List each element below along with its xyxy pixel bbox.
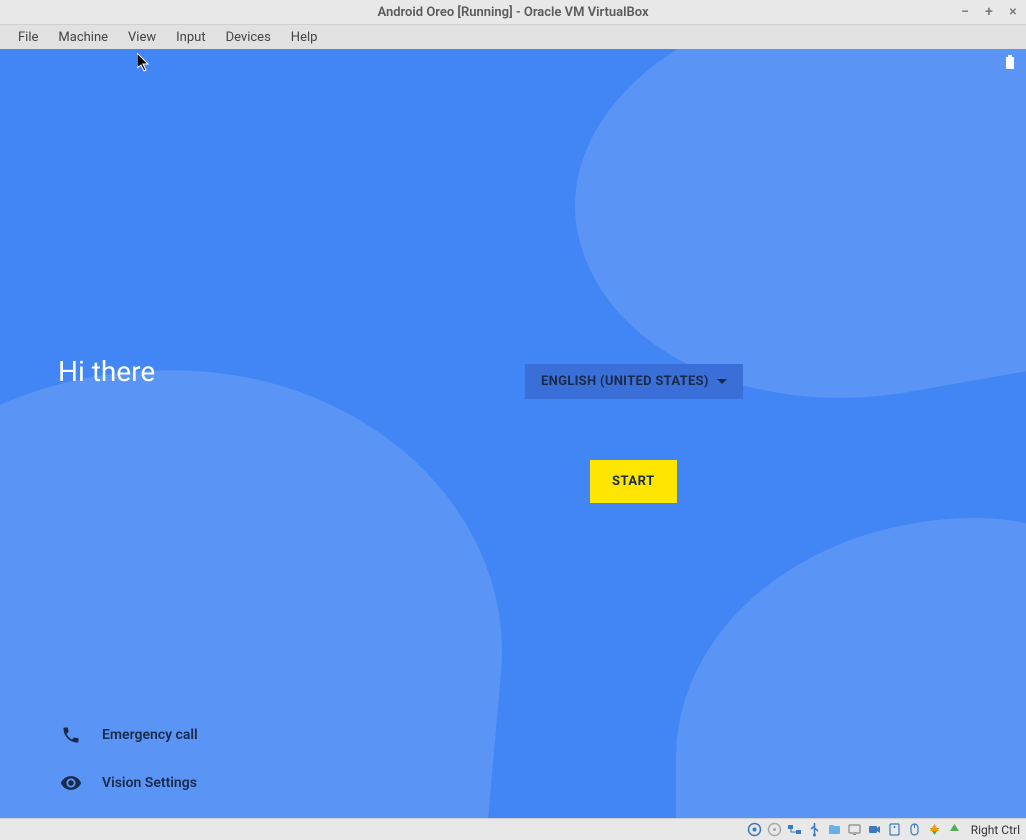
network-icon[interactable]	[787, 822, 803, 838]
window-titlebar: Android Oreo [Running] - Oracle VM Virtu…	[0, 0, 1026, 25]
usb-icon[interactable]	[807, 822, 823, 838]
menu-help[interactable]: Help	[281, 27, 328, 48]
hdd-icon[interactable]	[747, 822, 763, 838]
vm-display[interactable]: Hi there ENGLISH (UNITED STATES) START E…	[0, 49, 1026, 818]
menu-view[interactable]: View	[118, 27, 166, 48]
display-icon[interactable]	[847, 822, 863, 838]
eye-icon	[60, 772, 82, 794]
chevron-down-icon	[717, 379, 727, 384]
phone-icon	[60, 724, 82, 746]
greeting-text: Hi there	[58, 355, 155, 388]
menubar: File Machine View Input Devices Help	[0, 25, 1026, 49]
minimize-button[interactable]: −	[958, 4, 972, 20]
menu-devices[interactable]: Devices	[216, 27, 281, 48]
battery-icon	[1006, 58, 1014, 72]
bg-wave	[0, 339, 525, 818]
language-dropdown[interactable]: ENGLISH (UNITED STATES)	[525, 364, 743, 399]
keyboard-capture-icon[interactable]	[927, 822, 943, 838]
vm-power-icon[interactable]	[947, 822, 963, 838]
shared-folder-icon[interactable]	[827, 822, 843, 838]
language-label: ENGLISH (UNITED STATES)	[541, 374, 709, 389]
audio-icon[interactable]	[887, 822, 903, 838]
start-button[interactable]: START	[590, 460, 677, 503]
emergency-call-label: Emergency call	[102, 727, 198, 743]
vm-statusbar: Right Ctrl	[0, 818, 1026, 840]
vision-settings-link[interactable]: Vision Settings	[60, 772, 197, 794]
emergency-call-link[interactable]: Emergency call	[60, 724, 198, 746]
bg-wave	[676, 518, 1026, 818]
host-key-label: Right Ctrl	[971, 823, 1020, 837]
maximize-button[interactable]: +	[982, 4, 996, 20]
menu-machine[interactable]: Machine	[48, 27, 118, 48]
vision-settings-label: Vision Settings	[102, 775, 197, 791]
menu-file[interactable]: File	[8, 27, 48, 48]
window-title: Android Oreo [Running] - Oracle VM Virtu…	[377, 5, 648, 20]
recording-icon[interactable]	[867, 822, 883, 838]
menu-input[interactable]: Input	[166, 27, 215, 48]
optical-icon[interactable]	[767, 822, 783, 838]
mouse-integration-icon[interactable]	[907, 822, 923, 838]
close-button[interactable]: ×	[1006, 4, 1020, 20]
android-statusbar	[1006, 55, 1014, 72]
